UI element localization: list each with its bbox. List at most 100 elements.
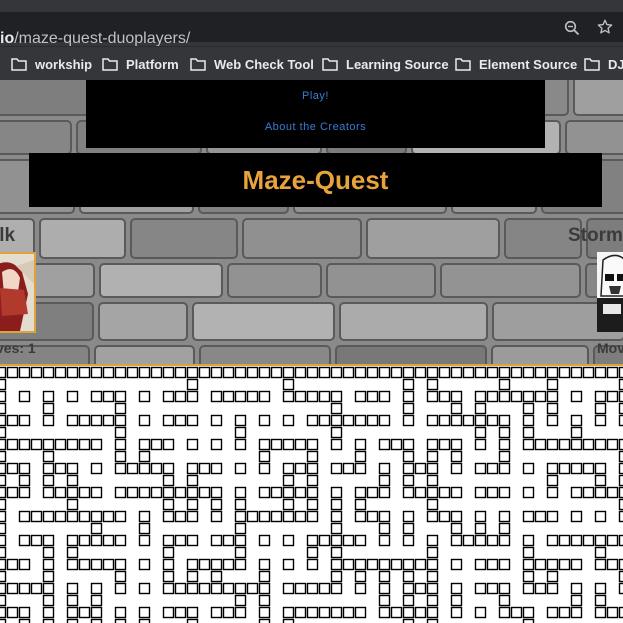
maze-wall-cell xyxy=(402,402,415,415)
bookmark-learning-source[interactable]: Learning Source xyxy=(322,53,449,75)
maze-wall-cell xyxy=(378,558,391,571)
bookmark-label: Learning Source xyxy=(346,56,449,72)
maze-wall-cell xyxy=(558,366,571,379)
maze-wall-cell xyxy=(258,414,271,427)
maze-wall-cell xyxy=(30,438,43,451)
maze-wall-cell xyxy=(594,594,607,607)
maze-wall-cell xyxy=(522,582,535,595)
maze-wall-cell xyxy=(498,582,511,595)
maze-wall-cell xyxy=(318,534,331,547)
maze-wall-cell xyxy=(378,594,391,607)
maze-wall-cell xyxy=(18,510,31,523)
maze-wall-cell xyxy=(0,390,7,403)
maze-wall-cell xyxy=(498,534,511,547)
maze-wall-cell xyxy=(18,438,31,451)
maze-wall-cell xyxy=(546,378,559,391)
bookmark-platform[interactable]: Platform xyxy=(102,53,179,75)
maze-wall-cell xyxy=(282,558,295,571)
maze-wall-cell xyxy=(114,582,127,595)
bookmark-label: Element Source xyxy=(479,56,578,72)
maze-wall-cell xyxy=(138,486,151,499)
maze-wall-cell xyxy=(90,366,103,379)
maze-wall-cell xyxy=(510,390,523,403)
zoom-icon[interactable] xyxy=(564,20,580,36)
maze-wall-cell xyxy=(0,594,7,607)
maze-wall-cell xyxy=(42,546,55,559)
maze-wall-cell xyxy=(246,582,259,595)
maze-wall-cell xyxy=(534,582,547,595)
maze-wall-cell xyxy=(606,486,619,499)
maze-wall-cell xyxy=(246,390,259,403)
maze-wall-cell xyxy=(618,462,623,475)
maze-wall-cell xyxy=(414,558,427,571)
bookmark-web-check-tool[interactable]: Web Check Tool xyxy=(190,53,314,75)
maze-wall-cell xyxy=(594,414,607,427)
maze-wall-cell xyxy=(618,438,623,451)
maze-wall-cell xyxy=(270,486,283,499)
maze-wall-cell xyxy=(318,366,331,379)
about-creators-link[interactable]: About the Creators xyxy=(86,121,545,133)
star-icon[interactable] xyxy=(596,18,614,36)
maze-wall-cell xyxy=(498,462,511,475)
maze-wall-cell xyxy=(306,366,319,379)
maze-wall-cell xyxy=(306,486,319,499)
maze-wall-cell xyxy=(618,450,623,463)
maze-wall-cell xyxy=(558,606,571,619)
maze-wall-cell xyxy=(330,462,343,475)
maze-wall-cell xyxy=(90,522,103,535)
bookmark-workship[interactable]: workship xyxy=(11,53,92,75)
maze-wall-cell xyxy=(594,582,607,595)
maze-wall-cell xyxy=(306,390,319,403)
bookmark-dj[interactable]: DJ xyxy=(584,53,623,75)
address-bar[interactable]: io/maze-quest-duoplayers/ xyxy=(0,12,623,47)
maze-wall-cell xyxy=(294,438,307,451)
maze-wall-cell xyxy=(354,534,367,547)
maze-wall-cell xyxy=(462,534,475,547)
maze-wall-cell xyxy=(258,558,271,571)
maze-wall-cell xyxy=(0,486,7,499)
maze-wall-cell xyxy=(78,366,91,379)
maze-wall-cell xyxy=(126,486,139,499)
maze-wall-cell xyxy=(306,474,319,487)
maze-wall-cell xyxy=(510,366,523,379)
maze-wall-cell xyxy=(342,534,355,547)
maze-wall-cell xyxy=(114,462,127,475)
maze-wall-cell xyxy=(90,462,103,475)
maze-wall-cell xyxy=(162,366,175,379)
maze-wall-cell xyxy=(114,618,127,623)
maze-wall-cell xyxy=(402,462,415,475)
maze-wall-cell xyxy=(306,534,319,547)
title-banner: Maze-Quest xyxy=(29,153,602,207)
maze-wall-cell xyxy=(426,510,439,523)
maze-wall-cell xyxy=(522,510,535,523)
maze-wall-cell xyxy=(546,402,559,415)
maze-wall-cell xyxy=(486,366,499,379)
maze-wall-cell xyxy=(402,486,415,499)
maze-wall-cell xyxy=(318,582,331,595)
maze-wall-cell xyxy=(210,534,223,547)
maze-wall-cell xyxy=(342,558,355,571)
maze-wall-cell xyxy=(618,498,623,511)
maze-wall-cell xyxy=(282,474,295,487)
maze-wall-cell xyxy=(546,558,559,571)
maze-wall-cell xyxy=(114,402,127,415)
maze-wall-cell xyxy=(42,438,55,451)
play-link[interactable]: Play! xyxy=(86,90,545,102)
maze-wall-cell xyxy=(474,582,487,595)
maze-wall-cell xyxy=(354,450,367,463)
maze-wall-cell xyxy=(198,462,211,475)
maze-wall-cell xyxy=(186,558,199,571)
maze-wall-cell xyxy=(402,414,415,427)
maze-board[interactable] xyxy=(0,364,623,623)
maze-wall-cell xyxy=(426,438,439,451)
maze-wall-cell xyxy=(90,558,103,571)
stone-block xyxy=(192,302,335,341)
maze-wall-cell xyxy=(378,462,391,475)
maze-wall-cell xyxy=(282,390,295,403)
url-host: io xyxy=(0,30,15,47)
maze-wall-cell xyxy=(234,522,247,535)
maze-wall-cell xyxy=(102,534,115,547)
maze-wall-cell xyxy=(486,558,499,571)
bookmark-element-source[interactable]: Element Source xyxy=(455,53,577,75)
maze-wall-cell xyxy=(522,402,535,415)
